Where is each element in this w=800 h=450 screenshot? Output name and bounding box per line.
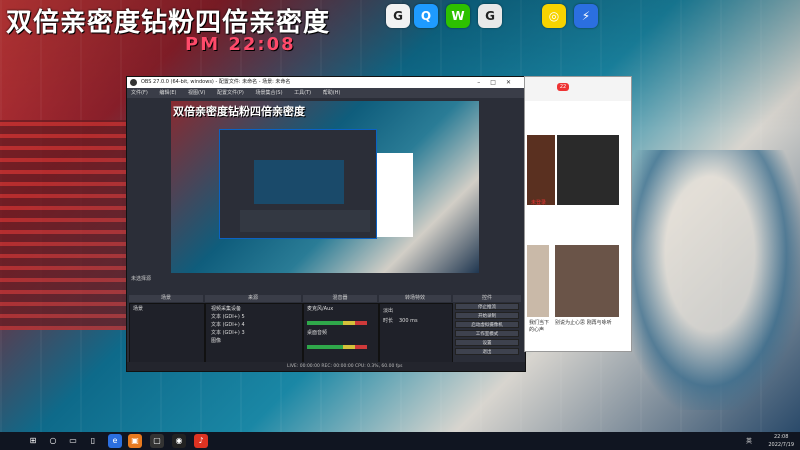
- selected-source-label: 未选择源: [131, 276, 152, 282]
- obs-titlebar[interactable]: OBS 27.0.0 (64-bit, windows) - 配置文件: 未命名…: [127, 77, 525, 88]
- stop-streaming-button[interactable]: 停止推流: [455, 303, 519, 310]
- wechat-icon[interactable]: W: [446, 4, 470, 28]
- obs-statusbar: LIVE: 00:00:00 REC: 00:00:00 CPU: 0.3%, …: [127, 362, 525, 371]
- app-icon-1[interactable]: G: [386, 4, 410, 28]
- start-icon[interactable]: ⊞: [26, 434, 40, 448]
- menu-profile[interactable]: 配置文件(P): [217, 90, 244, 96]
- transition-type[interactable]: 淡出: [383, 307, 393, 315]
- menu-file[interactable]: 文件(F): [131, 90, 148, 96]
- app-icon-3[interactable]: ◎: [542, 4, 566, 28]
- music-app-toolbar: 22: [525, 77, 631, 101]
- preview-nested-video: [254, 160, 344, 204]
- album-tile[interactable]: [527, 245, 549, 317]
- preview-nested-obs: [219, 129, 377, 239]
- scene-list[interactable]: 场景: [133, 305, 143, 313]
- source-item[interactable]: 视频采集设备: [211, 305, 245, 313]
- transition-duration-label: 时长: [383, 318, 394, 324]
- tray-date: 2022/7/19: [768, 442, 794, 448]
- obs-preview[interactable]: 双倍亲密度钻粉四倍亲密度: [171, 101, 479, 273]
- obs-docks: 场景 场景 来源 视频采集设备 文本 (GDI+) 5 文本 (GDI+) 4 …: [127, 283, 525, 371]
- obs-logo-icon: [130, 79, 137, 86]
- studio-mode-button[interactable]: 工作室模式: [455, 330, 519, 337]
- app-icon[interactable]: e: [108, 434, 122, 448]
- exit-button[interactable]: 退出: [455, 348, 519, 355]
- start-virtual-camera-button[interactable]: 启动虚拟摄像机: [455, 321, 519, 328]
- controls-dock-header: 控件: [453, 295, 521, 302]
- search-icon[interactable]: ○: [46, 434, 60, 448]
- transition-duration-input[interactable]: 300 ms: [399, 317, 418, 325]
- qq-icon[interactable]: Q: [414, 4, 438, 28]
- system-clock[interactable]: 22:08 2022/7/19: [768, 433, 794, 449]
- window-controls[interactable]: –□✕: [477, 77, 521, 88]
- source-item[interactable]: 文本 (GDI+) 4: [211, 321, 245, 329]
- mixer-tracks-2: 桌面音频: [307, 329, 327, 337]
- obs-menubar: 文件(F) 编辑(E) 视图(V) 配置文件(P) 场景集合(S) 工具(T) …: [127, 88, 525, 98]
- mixer-tracks: 麦克风/Aux: [307, 305, 333, 313]
- mic-level-meter: [307, 321, 367, 325]
- album-caption: 我们当下的心声: [529, 320, 550, 333]
- preview-nested-docks: [240, 210, 370, 232]
- album-tile[interactable]: [527, 135, 555, 205]
- album-caption: 别说为止心思 刚再与咏听: [555, 320, 612, 326]
- input-language[interactable]: 英: [746, 436, 752, 445]
- music-icon[interactable]: ♪: [194, 434, 208, 448]
- start-recording-button[interactable]: 开始录制: [455, 312, 519, 319]
- mixer-track-desktop: 桌面音频: [307, 330, 328, 336]
- scene-item[interactable]: 场景: [133, 305, 143, 313]
- notification-badge[interactable]: 22: [557, 83, 569, 91]
- status-tag: 未登录: [531, 200, 547, 206]
- obs-title-text: OBS 27.0.0 (64-bit, windows) - 配置文件: 未命名…: [141, 79, 291, 85]
- source-list[interactable]: 视频采集设备 文本 (GDI+) 5 文本 (GDI+) 4 文本 (GDI+)…: [211, 305, 245, 345]
- clock-overlay: PM 22:08: [185, 34, 296, 55]
- menu-tools[interactable]: 工具(T): [294, 90, 311, 96]
- source-item[interactable]: 文本 (GDI+) 3: [211, 329, 245, 337]
- explorer-icon[interactable]: ▯: [86, 434, 100, 448]
- taskbar: ⊞ ○ ▭ ▯ e ▣ ▢ ◉ ♪ 英 22:08 2022/7/19: [0, 432, 800, 450]
- scenes-dock-header: 场景: [129, 295, 203, 302]
- desktop-level-meter: [307, 345, 367, 349]
- transitions-dock-header: 转场特效: [379, 295, 451, 302]
- source-item[interactable]: 图像: [211, 337, 245, 345]
- preview-title: 双倍亲密度钻粉四倍亲密度: [173, 105, 305, 118]
- app-icon[interactable]: ▣: [128, 434, 142, 448]
- album-tile[interactable]: [557, 135, 619, 205]
- menu-view[interactable]: 视图(V): [188, 90, 205, 96]
- mixer-track-mic: 麦克风/Aux: [307, 306, 334, 312]
- sources-dock-header: 来源: [205, 295, 301, 302]
- obs-window[interactable]: OBS 27.0.0 (64-bit, windows) - 配置文件: 未命名…: [126, 76, 526, 372]
- obs-icon[interactable]: ◉: [172, 434, 186, 448]
- app-icon[interactable]: ▢: [150, 434, 164, 448]
- app-icon-2[interactable]: G: [478, 4, 502, 28]
- source-item[interactable]: 文本 (GDI+) 5: [211, 313, 245, 321]
- mixer-dock-header: 混音器: [303, 295, 377, 302]
- app-icon-4[interactable]: ⚡: [574, 4, 598, 28]
- music-app-panel[interactable]: 22 未登录 我们当下的心声 别说为止心思 刚再与咏听: [524, 76, 632, 352]
- menu-scene-collection[interactable]: 场景集合(S): [255, 90, 282, 96]
- task-view-icon[interactable]: ▭: [66, 434, 80, 448]
- menu-help[interactable]: 帮助(H): [323, 90, 341, 96]
- preview-nested-panel: [377, 153, 413, 237]
- settings-button[interactable]: 设置: [455, 339, 519, 346]
- menu-edit[interactable]: 编辑(E): [159, 90, 176, 96]
- album-tile[interactable]: [555, 245, 619, 317]
- tray-time: 22:08: [773, 434, 789, 440]
